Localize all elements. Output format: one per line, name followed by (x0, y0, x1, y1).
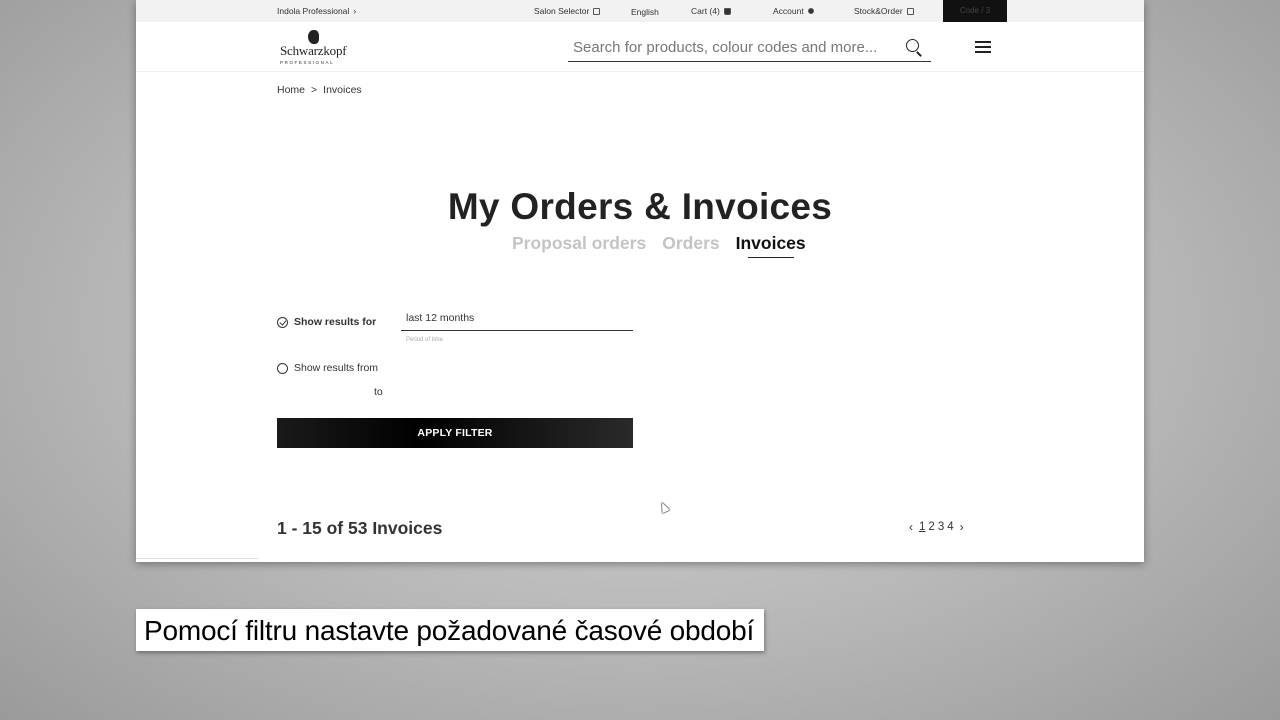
hamburger-menu-icon[interactable] (975, 41, 991, 53)
bag-icon (723, 7, 731, 15)
mouse-cursor-icon (658, 500, 670, 514)
chevron-right-icon: › (353, 6, 357, 16)
radio-unchecked-icon[interactable] (277, 362, 288, 374)
cart-link[interactable]: Cart (4) (691, 6, 731, 16)
language-label: English (631, 7, 659, 17)
date-to-label: to (374, 386, 383, 398)
breadcrumb-current: Invoices (323, 84, 362, 96)
period-select[interactable]: last 12 months (401, 312, 633, 331)
code-button-label: Code / 3 (959, 6, 991, 15)
page-link-2[interactable]: 2 (928, 521, 934, 533)
schwarzkopf-logo[interactable]: Schwarzkopf PROFESSIONAL (280, 30, 350, 66)
chevron-right-icon[interactable]: › (957, 520, 967, 534)
code-button[interactable]: Code / 3 (943, 0, 1007, 22)
stock-order-label: Stock&Order (854, 6, 903, 16)
search-input[interactable] (568, 39, 903, 56)
results-count: 1 - 15 of 53 Invoices (277, 518, 443, 538)
stock-order-link[interactable]: Stock&Order (854, 6, 914, 16)
order-tabs: Proposal orders Orders Invoices (512, 233, 806, 258)
clipboard-icon (906, 7, 914, 15)
video-caption: Pomocí filtru nastavte požadované časové… (136, 609, 765, 651)
store-icon (593, 7, 601, 15)
browser-window: Indola Professional › Salon Selector Eng… (136, 0, 1144, 562)
chevron-left-icon[interactable]: ‹ (906, 520, 916, 534)
pagination: ‹ 1 2 3 4 › (906, 520, 967, 534)
logo-sub-text: PROFESSIONAL (280, 60, 335, 65)
breadcrumb-home[interactable]: Home (277, 84, 305, 96)
search-bar (568, 34, 931, 62)
silhouette-logo-icon (308, 30, 319, 44)
period-hint: Period of time (406, 337, 444, 343)
utility-bar: Indola Professional › Salon Selector Eng… (136, 0, 1144, 22)
account-label: Account (773, 6, 804, 16)
cart-label: Cart (4) (691, 6, 720, 16)
period-select-value: last 12 months (406, 312, 475, 324)
filter-option-range[interactable]: Show results from (277, 362, 378, 374)
tab-orders[interactable]: Orders (662, 233, 719, 254)
salon-selector-link[interactable]: Salon Selector (534, 6, 601, 16)
tab-proposal-orders[interactable]: Proposal orders (512, 233, 646, 254)
breadcrumb: Home > Invoices (277, 84, 362, 96)
tab-invoices[interactable]: Invoices (736, 233, 806, 258)
footer-divider (136, 558, 258, 562)
filter-option-range-label: Show results from (294, 362, 379, 374)
language-selector[interactable]: English (631, 7, 659, 17)
account-link[interactable]: Account (773, 6, 814, 16)
apply-filter-button[interactable]: APPLY FILTER (277, 418, 633, 448)
user-icon (807, 8, 814, 14)
filter-option-period-label: Show results for (294, 316, 377, 328)
page-title: My Orders & Invoices (447, 186, 833, 227)
indola-link-label: Indola Professional (277, 6, 350, 16)
page-link-3[interactable]: 3 (938, 521, 944, 533)
page-link-1[interactable]: 1 (919, 521, 925, 533)
filter-option-period[interactable]: Show results for (277, 316, 376, 328)
indola-link[interactable]: Indola Professional › (277, 6, 356, 16)
site-header: Schwarzkopf PROFESSIONAL (136, 22, 1144, 72)
logo-brand-text: Schwarzkopf (280, 43, 347, 58)
radio-checked-icon[interactable] (277, 316, 288, 328)
salon-selector-label: Salon Selector (534, 6, 590, 16)
search-icon[interactable] (903, 37, 925, 59)
page-link-4[interactable]: 4 (947, 521, 953, 533)
breadcrumb-separator-icon: > (311, 84, 318, 96)
